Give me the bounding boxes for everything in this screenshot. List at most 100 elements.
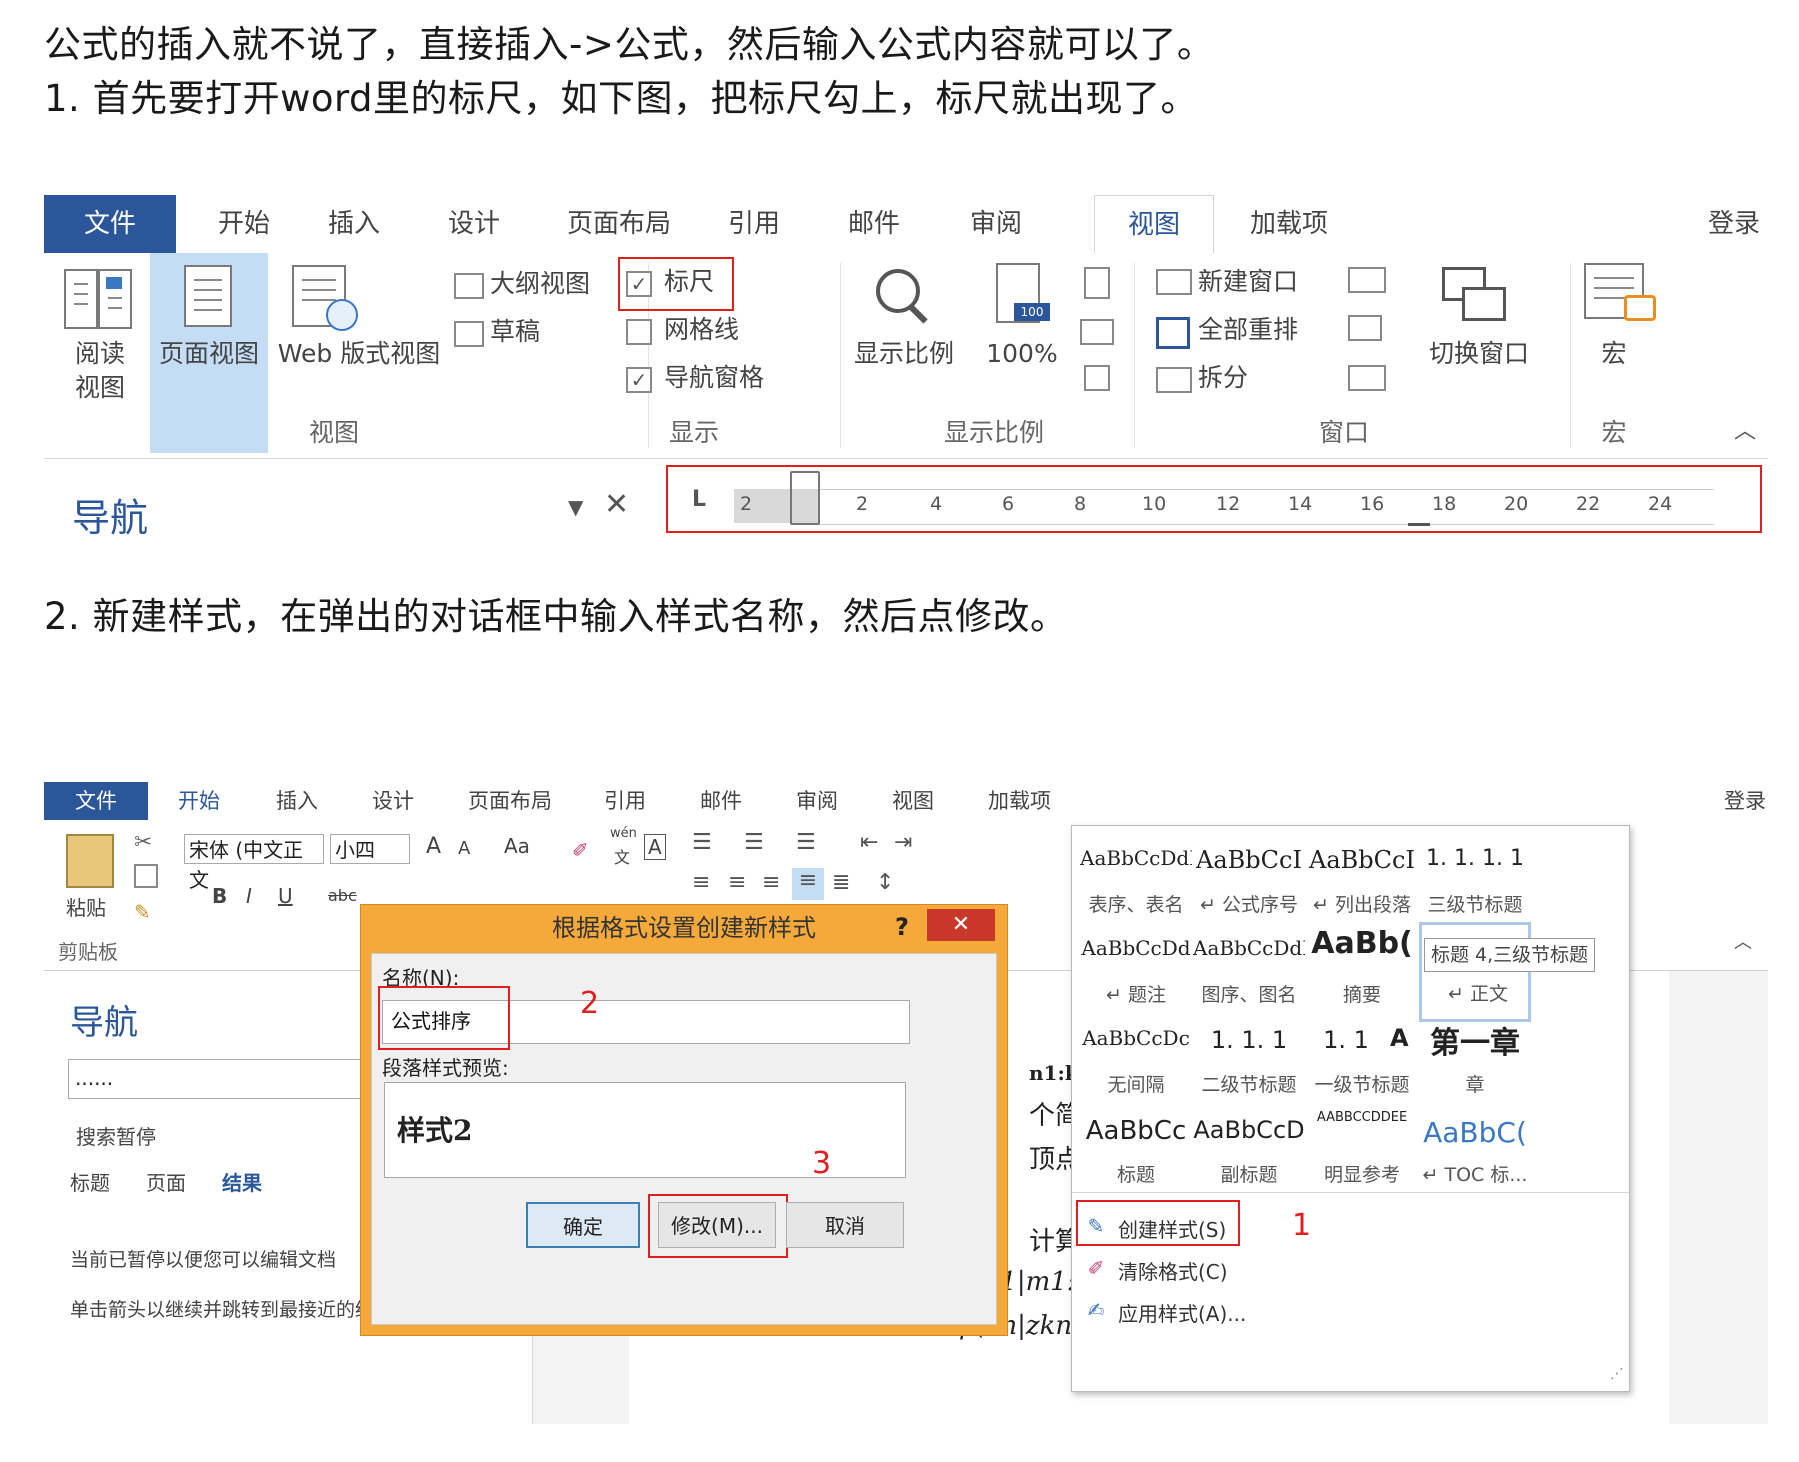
change-case-button[interactable]: Aa [504,834,530,858]
gallery-style[interactable]: AaBbCcDdI 图序、图名 [1193,922,1305,1022]
arrange-all-button[interactable]: 全部重排 [1198,313,1328,347]
tab-design[interactable]: 设计 [372,782,414,820]
cancel-button[interactable]: 取消 [786,1202,904,1248]
switch-windows-button[interactable]: 切换窗口 [1414,337,1544,371]
new-window-button[interactable]: 新建窗口 [1198,265,1328,299]
gallery-style[interactable]: AaBbCcDd ↵ 题注 [1080,922,1192,1022]
nav-options-chevron-icon[interactable]: ▼ [568,495,583,519]
gallery-style[interactable]: AABBCCDDEE 明显参考 [1306,1102,1418,1202]
collapse-ribbon-icon[interactable]: ︿ [1734,413,1756,445]
gridlines-checkbox[interactable] [626,319,652,345]
align-left-icon[interactable]: ≡ [692,870,710,895]
nav-tab-headings[interactable]: 标题 [70,1167,110,1196]
paste-button[interactable]: 粘贴 [66,892,106,921]
tab-home[interactable]: 开始 [194,195,294,253]
tab-layout[interactable]: 页面布局 [554,195,684,253]
page-width-icon[interactable] [1084,365,1110,391]
dialog-help-icon[interactable]: ? [887,907,917,947]
gallery-style[interactable]: AaBbCc 标题 [1080,1102,1192,1202]
italic-button[interactable]: I [246,884,252,908]
gallery-style[interactable]: 1. 1. 1 二级节标题 [1193,1012,1305,1112]
tab-mailings[interactable]: 邮件 [700,782,742,820]
macro-button[interactable]: 宏 [1584,337,1644,371]
nav-close-icon[interactable]: ✕ [604,487,629,522]
gallery-style-normal[interactable]: ↵ 正文 [1419,922,1531,1022]
gallery-style[interactable]: AaBbCcDc 无间隔 [1080,1012,1192,1112]
justify-icon[interactable]: ≡ [792,868,824,900]
grow-font-button[interactable]: A [426,834,441,859]
format-painter-icon[interactable]: ✎ [134,900,151,924]
outline-button[interactable]: 大纲视图 [490,267,630,301]
nav-tab-results[interactable]: 结果 [222,1167,262,1196]
multiple-pages-icon[interactable] [1080,319,1114,345]
bold-button[interactable]: B [212,884,227,908]
tab-review[interactable]: 审阅 [956,195,1036,253]
phonetic-guide-button[interactable]: wén [610,826,637,841]
tab-references[interactable]: 引用 [714,195,794,253]
print-layout-button[interactable]: 页面视图 [150,253,268,453]
one-page-icon[interactable] [1084,267,1110,299]
underline-button[interactable]: U [278,884,293,908]
login-link[interactable]: 登录 [1724,782,1766,820]
font-name-combo[interactable]: 宋体 (中文正文 [184,834,324,892]
ok-button[interactable]: 确定 [526,1202,640,1248]
gallery-style[interactable]: AaBbCcD 副标题 [1193,1102,1305,1202]
tab-references[interactable]: 引用 [604,782,646,820]
side-by-side-icon[interactable] [1348,267,1386,293]
char-border-button[interactable]: A [644,834,666,860]
nav-tab-pages[interactable]: 页面 [146,1167,186,1196]
tab-layout[interactable]: 页面布局 [468,782,552,820]
tab-review[interactable]: 审阅 [796,782,838,820]
gallery-style[interactable]: 1. 1. 1. 1 三级节标题 [1419,832,1531,932]
tab-view[interactable]: 视图 [892,782,934,820]
zoom-button[interactable]: 显示比例 [844,337,964,371]
login-link[interactable]: 登录 [1704,195,1764,253]
line-spacing-icon[interactable]: ↕ [876,870,894,895]
tab-mailings[interactable]: 邮件 [834,195,914,253]
apply-style-menu-item[interactable]: ✍ 应用样式(A)... [1072,1290,1629,1330]
numbering-icon[interactable]: ☰ [744,830,764,855]
style-preview: AaBbCcD [1193,1116,1305,1144]
cut-icon[interactable]: ✂ [134,830,152,855]
tab-home[interactable]: 开始 [178,782,220,820]
gallery-style[interactable]: AaBbC(↵ TOC 标... [1419,1102,1531,1202]
clear-format-menu-item[interactable]: ✐ 清除格式(C) [1072,1248,1629,1288]
navpane-checkbox[interactable]: ✓ [626,367,652,393]
collapse-ribbon-icon[interactable]: ︿ [1734,928,1752,954]
gallery-style[interactable]: 第一章章 [1419,1012,1531,1112]
tab-file[interactable]: 文件 [44,782,148,820]
distributed-icon[interactable]: ≣ [832,870,850,895]
horizontal-ruler[interactable]: L 2 2 4 6 8 10 12 14 16 18 20 22 24 [664,459,1768,540]
zoom-100-button[interactable]: 100% [972,337,1072,371]
tab-view[interactable]: 视图 [1094,195,1214,255]
dialog-close-icon[interactable]: ✕ [927,909,995,941]
tab-design[interactable]: 设计 [434,195,514,253]
gallery-style[interactable]: AaBb(摘要 [1306,922,1418,1022]
web-layout-button[interactable]: Web 版式视图 [274,337,444,371]
align-right-icon[interactable]: ≡ [762,870,780,895]
tab-file[interactable]: 文件 [44,195,176,253]
multilevel-list-icon[interactable]: ☰ [796,830,816,855]
tab-insert[interactable]: 插入 [314,195,394,253]
gallery-style[interactable]: AaBbCcDdI 表序、表名 [1080,832,1192,932]
gallery-style[interactable]: AaBbCcI ↵ 列出段落 [1306,832,1418,932]
increase-indent-icon[interactable]: ⇥ [894,830,912,855]
tab-addins[interactable]: 加载项 [988,782,1051,820]
tab-insert[interactable]: 插入 [276,782,318,820]
font-size-combo[interactable]: 小四 [330,834,410,864]
bullets-icon[interactable]: ☰ [692,830,712,855]
shrink-font-button[interactable]: A [458,838,470,859]
decrease-indent-icon[interactable]: ⇤ [860,830,878,855]
gallery-style[interactable]: AaBbCcI ↵ 公式序号 [1193,832,1305,932]
strikethrough-button[interactable]: abc [328,886,357,905]
tab-addins[interactable]: 加载项 [1234,195,1344,253]
clear-format-icon[interactable]: ✐ [572,838,589,862]
sync-scroll-icon[interactable] [1348,315,1382,341]
reset-window-icon[interactable] [1348,365,1386,391]
resize-grip-icon[interactable]: ⋰ [1610,1366,1624,1382]
draft-button[interactable]: 草稿 [490,315,570,349]
read-mode-button[interactable]: 阅读 视图 [52,337,148,405]
split-button[interactable]: 拆分 [1198,361,1278,395]
align-center-icon[interactable]: ≡ [728,870,746,895]
copy-icon[interactable] [134,864,158,888]
